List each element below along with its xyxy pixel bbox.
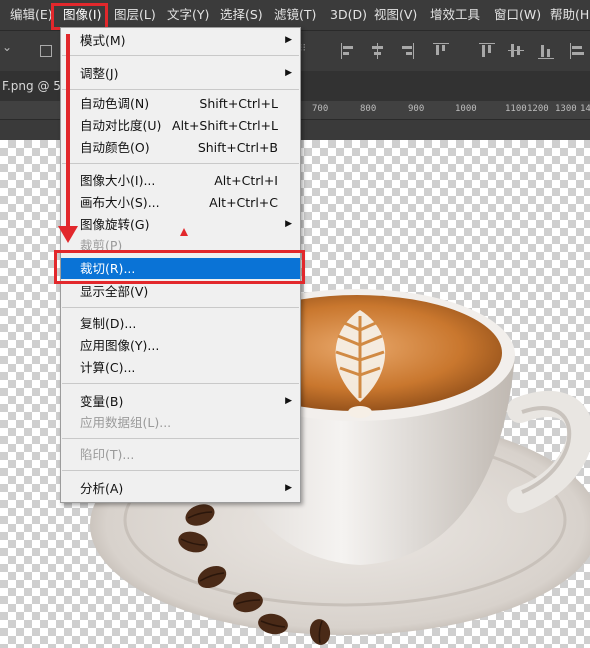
menu-window[interactable]: 窗口(W) xyxy=(494,0,541,30)
align-top-icon[interactable] xyxy=(433,43,449,59)
menu-item-image-rotation[interactable]: 图像旋转(G) ▶ xyxy=(61,214,300,235)
menu-item-shortcut: Alt+Shift+Ctrl+L xyxy=(172,118,278,133)
submenu-arrow-icon: ▶ xyxy=(285,396,292,406)
menu-item-label: 变量(B) xyxy=(80,394,124,409)
trim-highlight-box xyxy=(54,250,305,284)
menu-separator xyxy=(62,383,299,384)
auto-select-checkbox[interactable] xyxy=(40,45,52,57)
menu-item-label: 显示全部(V) xyxy=(80,284,149,299)
menu-type[interactable]: 文字(Y) xyxy=(167,0,209,30)
menu-separator xyxy=(62,307,299,308)
menu-edit[interactable]: 编辑(E) xyxy=(10,0,53,30)
submenu-arrow-icon: ▶ xyxy=(285,219,292,229)
ruler-label: 1200 xyxy=(527,104,549,114)
menu-item-label: 应用数据组(L)... xyxy=(80,415,172,430)
menu-separator xyxy=(62,438,299,439)
menu-item-label: 自动颜色(O) xyxy=(80,140,150,155)
menu-plugins[interactable]: 增效工具 xyxy=(430,0,480,30)
menu-item-label: 复制(D)... xyxy=(80,316,137,331)
submenu-arrow-icon: ▶ xyxy=(285,68,292,78)
menu-item-label: 图像旋转(G) xyxy=(80,217,150,232)
menu-item-label: 自动对比度(U) xyxy=(80,118,162,133)
menu-item-shortcut: Alt+Ctrl+C xyxy=(209,195,278,210)
menu-item-adjustments[interactable]: 调整(J) ▶ xyxy=(61,63,300,84)
menu-item-label: 计算(C)... xyxy=(80,360,136,375)
menu-separator xyxy=(62,163,299,164)
menu-view[interactable]: 视图(V) xyxy=(374,0,417,30)
menu-item-apply-image[interactable]: 应用图像(Y)... xyxy=(61,335,300,356)
menu-item-image-size[interactable]: 图像大小(I)... Alt+Ctrl+I xyxy=(61,170,300,191)
image-menu-highlight-box xyxy=(51,3,108,30)
submenu-arrow-icon: ▶ xyxy=(285,483,292,493)
menu-separator xyxy=(62,89,299,90)
ruler-label: 1100 xyxy=(505,104,527,114)
menu-item-auto-tone[interactable]: 自动色调(N) Shift+Ctrl+L xyxy=(61,93,300,114)
ruler-label: 700 xyxy=(312,104,329,114)
menu-item-auto-color[interactable]: 自动颜色(O) Shift+Ctrl+B xyxy=(61,137,300,158)
distribute-left-icon[interactable] xyxy=(570,43,584,59)
ruler-label: 1400 xyxy=(580,104,590,114)
menu-layer[interactable]: 图层(L) xyxy=(114,0,156,30)
menu-item-canvas-size[interactable]: 画布大小(S)... Alt+Ctrl+C xyxy=(61,192,300,213)
menu-item-variables[interactable]: 变量(B) ▶ xyxy=(61,391,300,412)
ruler-label: 900 xyxy=(408,104,425,114)
menu-separator xyxy=(62,55,299,56)
submenu-arrow-icon: ▶ xyxy=(285,35,292,45)
document-tab[interactable]: F.png @ 50 xyxy=(0,71,69,101)
menu-item-label: 应用图像(Y)... xyxy=(80,338,160,353)
menu-item-auto-contrast[interactable]: 自动对比度(U) Alt+Shift+Ctrl+L xyxy=(61,115,300,136)
align-right-icon[interactable] xyxy=(400,43,414,59)
menu-item-label: 模式(M) xyxy=(80,33,126,48)
menu-item-apply-data-set: 应用数据组(L)... xyxy=(61,412,300,433)
menu-item-calculations[interactable]: 计算(C)... xyxy=(61,357,300,378)
menu-item-label: 陷印(T)... xyxy=(80,447,135,462)
menu-item-label: 图像大小(I)... xyxy=(80,173,156,188)
menu-item-label: 调整(J) xyxy=(80,66,119,81)
menu-help[interactable]: 帮助(H) xyxy=(550,0,590,30)
menu-item-reveal-all[interactable]: 显示全部(V) xyxy=(61,281,300,302)
menu-item-shortcut: Alt+Ctrl+I xyxy=(214,173,278,188)
ruler-label: 1000 xyxy=(455,104,477,114)
align-left-icon[interactable] xyxy=(341,43,355,59)
ruler-label: 800 xyxy=(360,104,377,114)
menu-item-label: 分析(A) xyxy=(80,481,124,496)
menu-item-label: 自动色调(N) xyxy=(80,96,150,111)
menu-select[interactable]: 选择(S) xyxy=(220,0,263,30)
distribute-vertical-center-icon[interactable] xyxy=(508,43,524,59)
align-horizontal-center-icon[interactable] xyxy=(370,43,384,59)
tool-preset-dropdown-icon[interactable]: ⌄ xyxy=(2,40,12,54)
distribute-top-icon[interactable] xyxy=(479,43,495,59)
menu-item-shortcut: Shift+Ctrl+L xyxy=(199,96,278,111)
menu-item-mode[interactable]: 模式(M) ▶ xyxy=(61,30,300,51)
menu-item-shortcut: Shift+Ctrl+B xyxy=(197,140,278,155)
menu-3d[interactable]: 3D(D) xyxy=(330,0,367,30)
menu-item-label: 画布大小(S)... xyxy=(80,195,160,210)
menu-item-duplicate[interactable]: 复制(D)... xyxy=(61,313,300,334)
menu-filter[interactable]: 滤镜(T) xyxy=(274,0,316,30)
latte-art-heart xyxy=(348,406,372,418)
menu-item-analysis[interactable]: 分析(A) ▶ xyxy=(61,478,300,499)
distribute-bottom-icon[interactable] xyxy=(538,43,554,59)
menu-item-trap: 陷印(T)... xyxy=(61,444,300,465)
ruler-label: 1300 xyxy=(555,104,577,114)
menu-separator xyxy=(62,470,299,471)
